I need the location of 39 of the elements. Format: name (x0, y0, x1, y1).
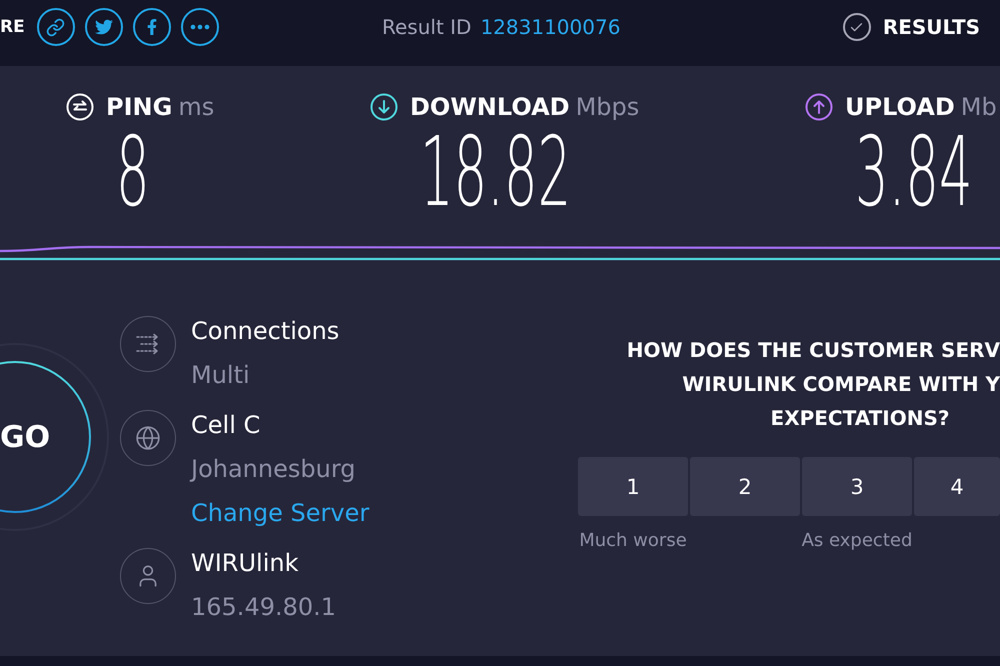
globe-icon (120, 410, 176, 466)
question-text: WIRULINK COMPARE WITH Y (682, 371, 1000, 398)
metric-value: 18.82 (420, 132, 572, 212)
more-icon[interactable] (180, 8, 219, 46)
link-icon[interactable] (36, 8, 75, 46)
info-title: Connections (191, 316, 340, 347)
share-label: RE (0, 17, 25, 37)
metric-unit: Mbps (576, 93, 640, 121)
metric-value: 3.84 (855, 132, 973, 212)
metric-value: 8 (116, 132, 150, 212)
info-title: WIRUlink (191, 548, 298, 579)
arrows-icon (120, 316, 176, 372)
results-button[interactable]: RESULTS (842, 13, 980, 41)
user-icon (120, 548, 176, 604)
twitter-icon[interactable] (84, 8, 123, 46)
swap-arrows-icon (66, 93, 94, 121)
rating-button[interactable]: 4 (914, 457, 1000, 516)
rating-caption: As expected (802, 530, 912, 552)
question-text: HOW DOES THE CUSTOMER SERV (626, 337, 1000, 364)
facebook-icon[interactable] (132, 8, 171, 46)
metric-label: DOWNLOAD (410, 93, 570, 121)
info-title: Cell C (191, 410, 260, 441)
question-text: EXPECTATIONS? (770, 405, 950, 432)
result-id-link[interactable]: 12831100076 (480, 15, 620, 39)
change-server-link[interactable]: Change Server (191, 491, 370, 535)
metric-label: PING (106, 93, 172, 121)
go-button[interactable]: GO (0, 342, 110, 532)
metric-unit: ms (178, 93, 214, 121)
info-subtitle: Multi (191, 360, 250, 391)
result-id-label: Result ID (382, 15, 472, 39)
rating-button[interactable]: 1 (578, 457, 688, 516)
info-subtitle: Johannesburg (191, 454, 356, 485)
rating-button[interactable]: 2 (690, 457, 800, 516)
metric-label: UPLOAD (845, 93, 955, 121)
rating-caption: Much worse (579, 530, 687, 552)
rating-button[interactable]: 3 (802, 457, 912, 516)
check-circle-icon (842, 13, 871, 41)
metric-unit: Mb (960, 93, 997, 121)
info-subtitle: 165.49.80.1 (191, 592, 336, 623)
